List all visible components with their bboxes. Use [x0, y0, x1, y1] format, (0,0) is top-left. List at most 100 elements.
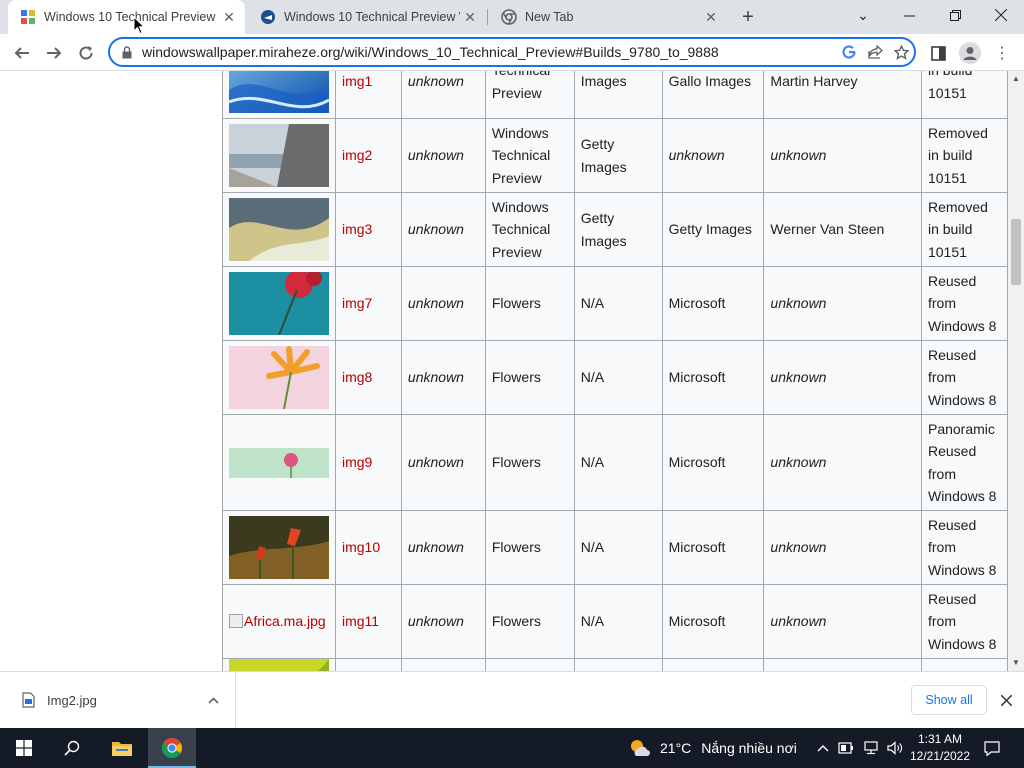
table-cell	[763, 658, 922, 671]
wallpaper-thumbnail[interactable]	[229, 447, 329, 478]
tab-wiki-active[interactable]: Windows 10 Technical Preview - W ✕	[8, 0, 245, 34]
table-row: img7 unknown Flowers N/A Microsoft unknown Reu…	[222, 266, 1008, 341]
filename-cell	[335, 658, 402, 671]
tab-new-tab[interactable]: New Tab ✕	[489, 0, 727, 34]
forward-arrow-icon[interactable]	[40, 39, 68, 67]
table-cell: unknown	[763, 340, 922, 415]
filename-link[interactable]: img8	[342, 369, 372, 385]
filename-link[interactable]: img7	[342, 295, 372, 311]
show-all-button[interactable]: Show all	[911, 685, 987, 715]
table-cell: unknown	[763, 510, 922, 585]
table-cell: N/A	[573, 266, 663, 341]
filename-link[interactable]: img11	[342, 613, 379, 629]
thumbnail-cell	[222, 266, 336, 341]
wallpaper-thumbnail[interactable]	[229, 124, 329, 187]
wallpaper-thumbnail[interactable]	[229, 198, 329, 261]
filename-link[interactable]: img1	[342, 73, 372, 89]
table-cell: unknown	[763, 414, 922, 511]
bookmark-star-icon[interactable]	[888, 39, 914, 65]
close-window-icon[interactable]	[978, 0, 1024, 30]
table-cell: unknown	[763, 266, 922, 341]
wallpaper-thumbnail[interactable]	[229, 272, 329, 335]
tab-search-chevron-icon[interactable]: ⌄	[840, 0, 886, 30]
wallpaper-thumbnail[interactable]	[229, 71, 329, 113]
broken-image-link[interactable]: Africa.ma.jpg	[229, 610, 329, 632]
filename-link[interactable]: img3	[342, 221, 372, 237]
wallpaper-thumbnail[interactable]	[229, 659, 329, 671]
scroll-thumb[interactable]	[1011, 219, 1021, 285]
back-arrow-icon[interactable]	[8, 39, 36, 67]
page-scrollbar[interactable]: ▲ ▼	[1008, 71, 1024, 671]
notes-cell: Removed in build 10151	[920, 192, 1008, 267]
scroll-up-arrow-icon[interactable]: ▲	[1008, 71, 1024, 85]
share-icon[interactable]	[862, 39, 888, 65]
table-row: img3 unknown Windows Technical Preview Gett…	[222, 192, 1008, 267]
file-explorer-icon[interactable]	[98, 728, 146, 768]
address-bar[interactable]: windowswallpaper.miraheze.org/wiki/Windo…	[108, 37, 916, 67]
minimize-icon[interactable]	[886, 0, 932, 30]
table-cell: N/A	[573, 584, 663, 659]
table-cell: N/A	[573, 340, 663, 415]
close-tab-icon[interactable]: ✕	[701, 7, 721, 27]
notes-cell: Removed in build 10151	[920, 118, 1008, 193]
wallpaper-thumbnail[interactable]	[229, 516, 329, 579]
close-tab-icon[interactable]: ✕	[219, 7, 239, 27]
table-row: Africa.ma.jpg img11 unknown Flowers N/A Micro…	[222, 584, 1008, 659]
table-cell: N/A	[573, 414, 663, 511]
tab-strip: Windows 10 Technical Preview - W ✕ Windo…	[0, 0, 1024, 34]
weather-widget[interactable]: 21°C Nắng nhiều nơi	[628, 728, 797, 768]
thumbnail-cell	[222, 118, 336, 193]
reload-icon[interactable]	[72, 39, 100, 67]
lock-icon[interactable]	[120, 45, 134, 59]
scroll-down-arrow-icon[interactable]: ▼	[1008, 655, 1024, 669]
system-clock[interactable]: 1:31 AM 12/21/2022	[904, 731, 976, 765]
table-cell: unknown	[763, 584, 922, 659]
download-item[interactable]: Img2.jpg	[0, 672, 236, 728]
table-row: img10 unknown Flowers N/A Microsoft unknown Re…	[222, 510, 1008, 585]
profile-avatar-icon[interactable]	[956, 39, 984, 67]
table-cell: Technical Preview	[484, 71, 575, 119]
start-windows-icon[interactable]	[0, 728, 48, 768]
filename-link[interactable]: img9	[342, 454, 372, 470]
filename-cell: img9	[335, 414, 402, 511]
notes-cell: Panoramic Reused from Windows 8	[920, 414, 1008, 511]
table-cell: Werner Van Steen	[763, 192, 922, 267]
chevron-up-icon[interactable]	[208, 693, 219, 707]
close-tab-icon[interactable]: ✕	[460, 7, 480, 27]
tab-title: Windows 10 Technical Preview - W	[44, 10, 219, 24]
tab-wiki-2[interactable]: Windows 10 Technical Preview W ✕	[248, 0, 486, 34]
filename-link[interactable]: img2	[342, 147, 372, 163]
restore-icon[interactable]	[932, 0, 978, 30]
notifications-icon[interactable]	[980, 728, 1004, 768]
filename-cell: img11	[335, 584, 402, 659]
table-cell: unknown	[400, 340, 486, 415]
search-icon[interactable]	[48, 728, 96, 768]
volume-icon[interactable]	[884, 728, 906, 768]
chrome-taskbar-icon[interactable]	[148, 728, 196, 768]
table-cell: unknown	[400, 71, 486, 119]
notes-cell: Reused from Windows 8	[920, 584, 1008, 659]
url-text[interactable]: windowswallpaper.miraheze.org/wiki/Windo…	[142, 44, 836, 60]
thumbnail-cell	[222, 71, 336, 119]
close-shelf-icon[interactable]	[996, 690, 1016, 710]
table-row: img8 unknown Flowers N/A Microsoft unknown Reu…	[222, 340, 1008, 415]
new-tab-plus-icon[interactable]: +	[737, 6, 759, 28]
filename-link[interactable]: img10	[342, 539, 380, 555]
table-cell: unknown	[661, 118, 765, 193]
google-lens-icon[interactable]	[836, 39, 862, 65]
thumbnail-cell	[222, 340, 336, 415]
thumbnail-cell	[222, 510, 336, 585]
clock-time: 1:31 AM	[917, 732, 963, 746]
kebab-menu-icon[interactable]: ⋮	[988, 39, 1016, 67]
table-cell: Getty Images	[661, 192, 765, 267]
notes-cell: Reused from Windows 8	[920, 266, 1008, 341]
show-hidden-icons-chevron-icon[interactable]	[814, 728, 832, 768]
table-cell: Flowers	[484, 584, 575, 659]
wallpaper-thumbnail[interactable]	[229, 346, 329, 409]
table-cell: unknown	[400, 584, 486, 659]
network-icon[interactable]	[860, 728, 882, 768]
side-panel-icon[interactable]	[924, 39, 952, 67]
filename-cell: img10	[335, 510, 402, 585]
battery-shield-icon[interactable]	[836, 728, 856, 768]
table-cell: unknown	[400, 266, 486, 341]
